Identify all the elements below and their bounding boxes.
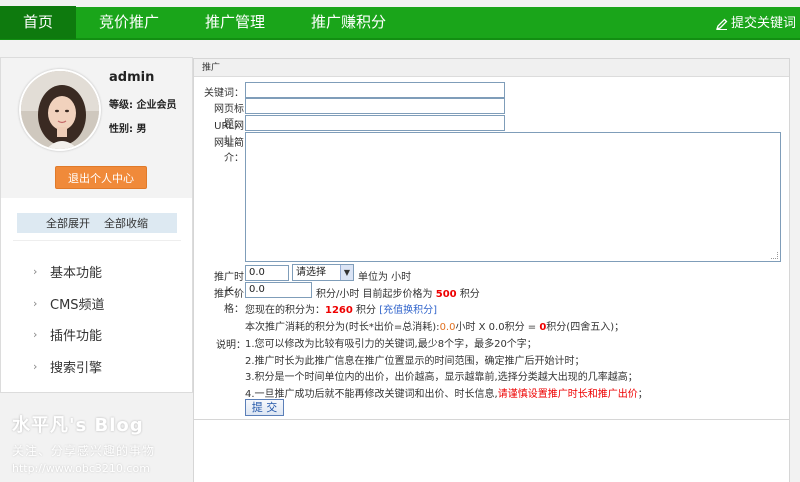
member-level: 等级: 企业会员: [109, 100, 177, 111]
sidebar-item-cms[interactable]: › CMS频道: [33, 288, 105, 320]
submit-keyword-label: 提交关键词: [730, 16, 796, 31]
description-textarea[interactable]: [245, 132, 781, 262]
chevron-right-icon: ›: [33, 328, 38, 342]
price-input[interactable]: 0.0: [245, 282, 312, 298]
resize-grip-icon[interactable]: [771, 252, 778, 259]
min-price-value: 500: [435, 289, 457, 300]
chevron-right-icon: ›: [33, 265, 38, 279]
unit-text: 单位为 小时: [358, 272, 412, 283]
points-label: 您现在的积分为：: [245, 305, 325, 316]
cost-summary: 本次推广消耗的积分为(时长*出价=总消耗):0.0小时 X 0.0积分 = 0积…: [245, 318, 624, 333]
description-label: 网址简介：: [214, 138, 244, 164]
sidebar-item-search-engine[interactable]: › 搜索引擎: [33, 351, 105, 383]
nav-earn-points[interactable]: 推广赚积分: [288, 6, 409, 39]
panel-title: 推广: [194, 59, 789, 77]
note-2: 2.推广时长为此推广信息在推广位置显示的时间范围，确定推广后开始计时；: [245, 356, 585, 367]
avatar: [19, 69, 101, 151]
note-3: 3.积分是一个时间单位内的出价，出价越高，显示越靠前,选择分类越大出现的几率越高…: [245, 372, 638, 383]
price-info: 积分/小时 目前起步价格为 500 积分: [316, 285, 480, 300]
expand-all-link[interactable]: 全部展开: [46, 215, 90, 231]
nav-promotion-management[interactable]: 推广管理: [182, 6, 288, 39]
sidebar-item-plugins[interactable]: › 插件功能: [33, 319, 105, 351]
note-4: 4.一旦推广成功后就不能再修改关键词和出价、时长信息,请谨慎设置推广时长和推广出…: [245, 385, 648, 400]
cost-label: 本次推广消耗的积分为(时长*出价=总消耗):: [245, 322, 440, 333]
note-4-end: ；: [637, 389, 648, 400]
notes-label: 说明：: [216, 340, 246, 351]
gender: 性别: 男: [109, 124, 147, 135]
current-points: 您现在的积分为：1260 积分 [充值换积分]: [245, 301, 437, 316]
note-4-warning: 请谨慎设置推广时长和推广出价: [497, 389, 638, 400]
cost-hours: 0.0: [439, 322, 456, 333]
username: admin: [109, 70, 155, 85]
top-navigation-bar: 首页 竞价推广 推广管理 推广赚积分 提交关键词: [0, 6, 800, 40]
pencil-icon: [715, 18, 728, 30]
recharge-link[interactable]: [充值换积分]: [379, 305, 437, 316]
keyword-input[interactable]: [245, 82, 505, 98]
keyword-label: 关键词：: [204, 88, 244, 99]
watermark-subtitle: 关注、分享感兴趣的事物: [12, 444, 156, 458]
avatar-portrait: [21, 71, 99, 149]
points-value: 1260: [325, 305, 353, 316]
price-unit-text: 积分/小时 目前起步价格为: [316, 289, 433, 300]
price-label: 推广价格：: [214, 289, 244, 315]
duration-input[interactable]: 0.0: [245, 265, 289, 281]
duration-unit-select[interactable]: 请选择 ▼: [292, 264, 354, 281]
chevron-right-icon: ›: [33, 296, 38, 310]
panel-lower-area: [193, 420, 790, 482]
submit-button[interactable]: 提 交: [245, 399, 284, 416]
sidebar-divider: [13, 240, 181, 241]
collapse-all-link[interactable]: 全部收缩: [104, 215, 148, 231]
sidebar-item-basic[interactable]: › 基本功能: [33, 256, 105, 288]
chevron-right-icon: ›: [33, 359, 38, 373]
nav-bidding-promotion[interactable]: 竞价推广: [76, 6, 182, 39]
sidebar-menu: › 基本功能 › CMS频道 › 插件功能 › 搜索引擎: [33, 256, 105, 382]
user-sidebar: admin 等级: 企业会员 性别: 男 退出个人中心 全部展开 全部收缩 › …: [0, 57, 193, 393]
watermark-url: http://www.obc3210.com: [12, 462, 150, 475]
cost-mid: 小时 X 0.0积分 =: [455, 322, 537, 333]
profile-card: admin 等级: 企业会员 性别: 男 退出个人中心: [1, 58, 192, 198]
dropdown-arrow-icon: ▼: [340, 265, 353, 280]
expand-collapse-bar: 全部展开 全部收缩: [17, 213, 177, 233]
logout-button[interactable]: 退出个人中心: [55, 166, 147, 189]
price-unit-suffix: 积分: [459, 289, 480, 300]
url-input[interactable]: [245, 115, 505, 131]
nav-home[interactable]: 首页: [0, 6, 77, 39]
points-unit: 积分: [356, 305, 377, 316]
sidebar-item-label: CMS频道: [50, 297, 105, 313]
cost-suffix: 积分(四舍五入)；: [546, 322, 625, 333]
submit-keyword-link[interactable]: 提交关键词: [715, 7, 796, 40]
sidebar-item-label: 基本功能: [50, 266, 103, 282]
sidebar-item-label: 插件功能: [50, 329, 103, 345]
sidebar-item-label: 搜索引擎: [50, 360, 103, 376]
page-title-input[interactable]: [245, 98, 505, 114]
select-value: 请选择: [296, 267, 326, 278]
watermark-title: 水平凡's Blog: [12, 415, 144, 436]
note-1: 1.您可以修改为比较有吸引力的关键词,最少8个字，最多20个字；: [245, 339, 537, 350]
